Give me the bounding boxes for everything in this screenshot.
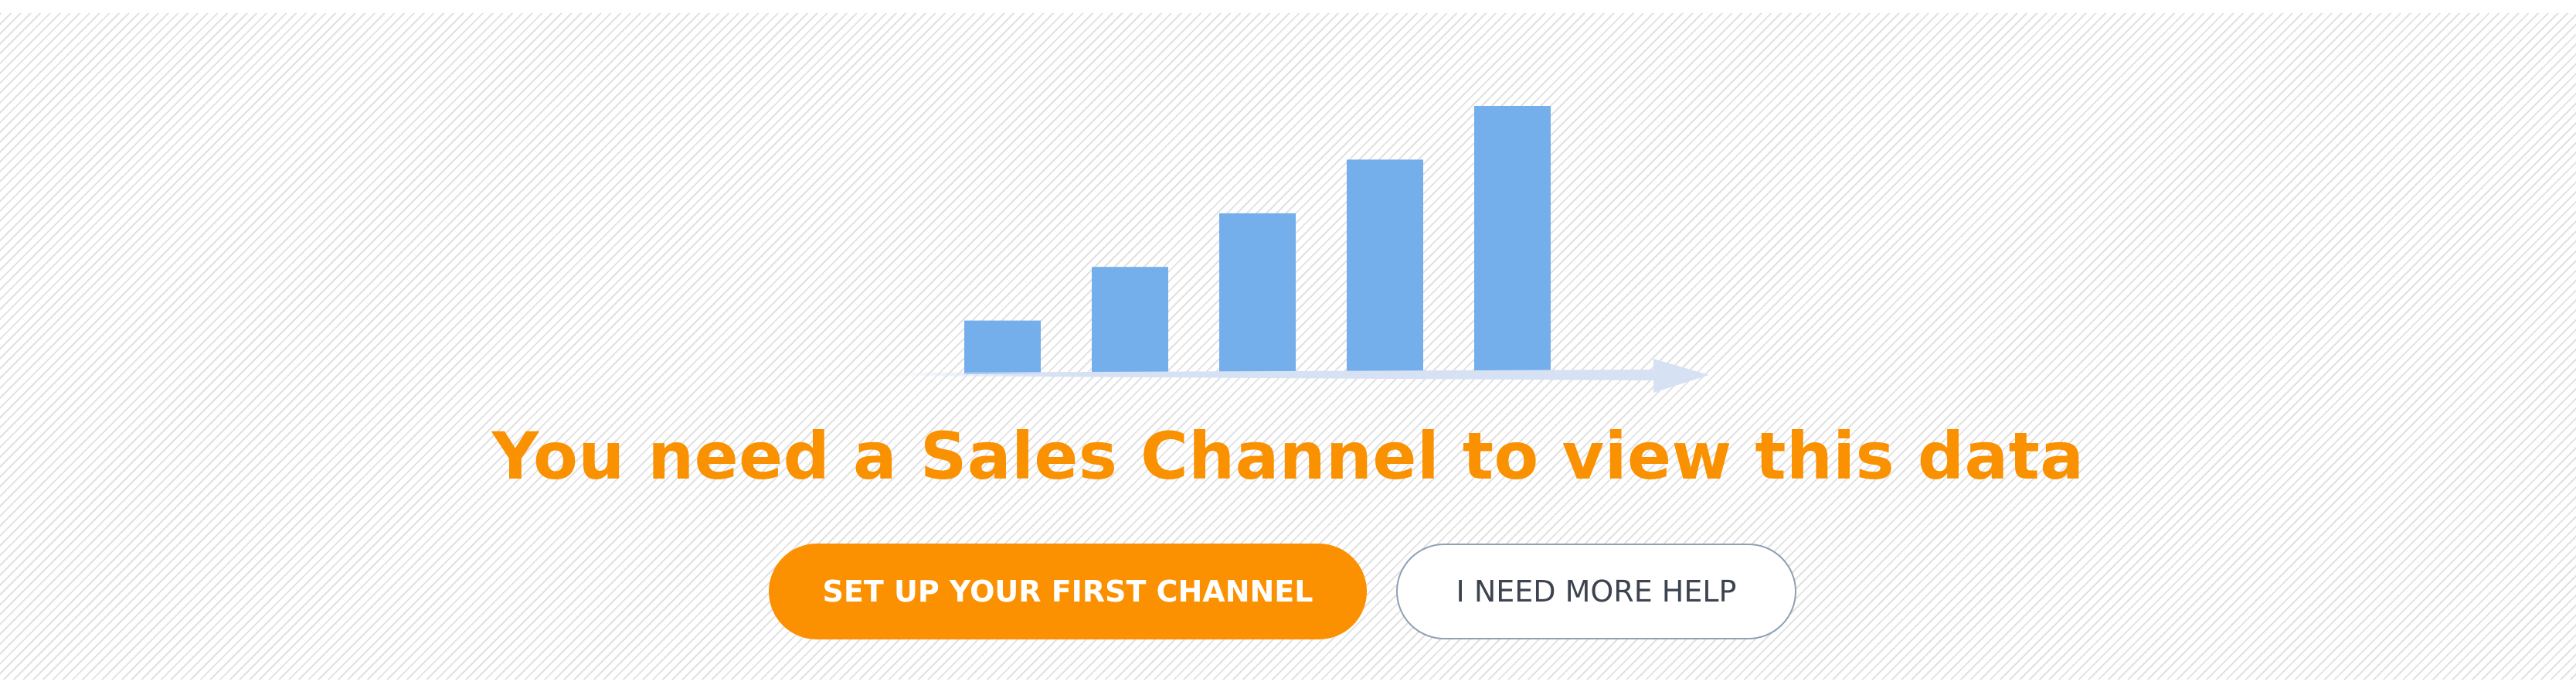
growth-bar-chart-icon xyxy=(881,106,1709,393)
empty-state-panel: You need a Sales Channel to view this da… xyxy=(0,13,2576,680)
illustration-bar-1 xyxy=(964,320,1041,374)
illustration-bars xyxy=(964,106,1551,374)
illustration-bar-4 xyxy=(1347,159,1423,374)
empty-state-title: You need a Sales Channel to view this da… xyxy=(491,418,2085,494)
need-more-help-button[interactable]: I NEED MORE HELP xyxy=(1396,544,1796,639)
illustration-bar-5 xyxy=(1474,106,1551,374)
illustration-bar-3 xyxy=(1219,213,1296,374)
set-up-first-channel-button[interactable]: SET UP YOUR FIRST CHANNEL xyxy=(769,544,1367,639)
empty-state-actions: SET UP YOUR FIRST CHANNEL I NEED MORE HE… xyxy=(0,544,2576,639)
illustration-bar-2 xyxy=(1092,267,1168,374)
